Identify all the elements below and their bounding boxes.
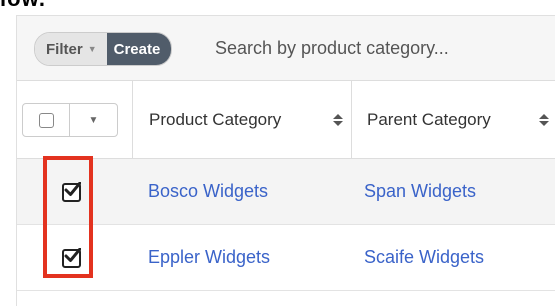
parent-category-link[interactable]: Scaife Widgets <box>364 247 484 268</box>
table-row: Eppler Widgets Scaife Widgets <box>17 225 555 291</box>
checkbox-highlight-box <box>43 156 93 278</box>
product-category-link[interactable]: Eppler Widgets <box>148 247 270 268</box>
column-divider <box>351 81 352 158</box>
filter-button[interactable]: Filter ▼ <box>35 33 107 65</box>
search-input[interactable] <box>215 34 555 62</box>
create-button[interactable]: Create <box>106 33 172 65</box>
filter-create-group: Filter ▼ Create <box>34 32 173 66</box>
sort-icon[interactable] <box>539 114 549 126</box>
checkbox-box <box>38 112 54 128</box>
column-header-product-category[interactable]: Product Category <box>149 81 281 158</box>
sort-icon[interactable] <box>333 114 343 126</box>
chevron-down-icon: ▼ <box>87 44 97 54</box>
list-view-panel: Filter ▼ Create ▼ Product Category Paren… <box>16 15 555 306</box>
mass-actions-dropdown[interactable]: ▼ <box>70 104 117 136</box>
column-divider <box>132 81 133 158</box>
overhead-text: low. <box>0 0 46 10</box>
select-all-checkbox[interactable] <box>23 104 70 136</box>
table-header-row: ▼ Product Category Parent Category <box>17 81 555 159</box>
product-category-link[interactable]: Bosco Widgets <box>148 181 268 202</box>
table-row: Bosco Widgets Span Widgets <box>17 159 555 225</box>
filter-label: Filter <box>46 40 83 58</box>
parent-category-link[interactable]: Span Widgets <box>364 181 476 202</box>
caret-down-icon: ▼ <box>88 114 99 126</box>
column-header-parent-category[interactable]: Parent Category <box>367 81 491 158</box>
list-toolbar: Filter ▼ Create <box>17 16 555 81</box>
mass-select-control: ▼ <box>22 103 118 137</box>
